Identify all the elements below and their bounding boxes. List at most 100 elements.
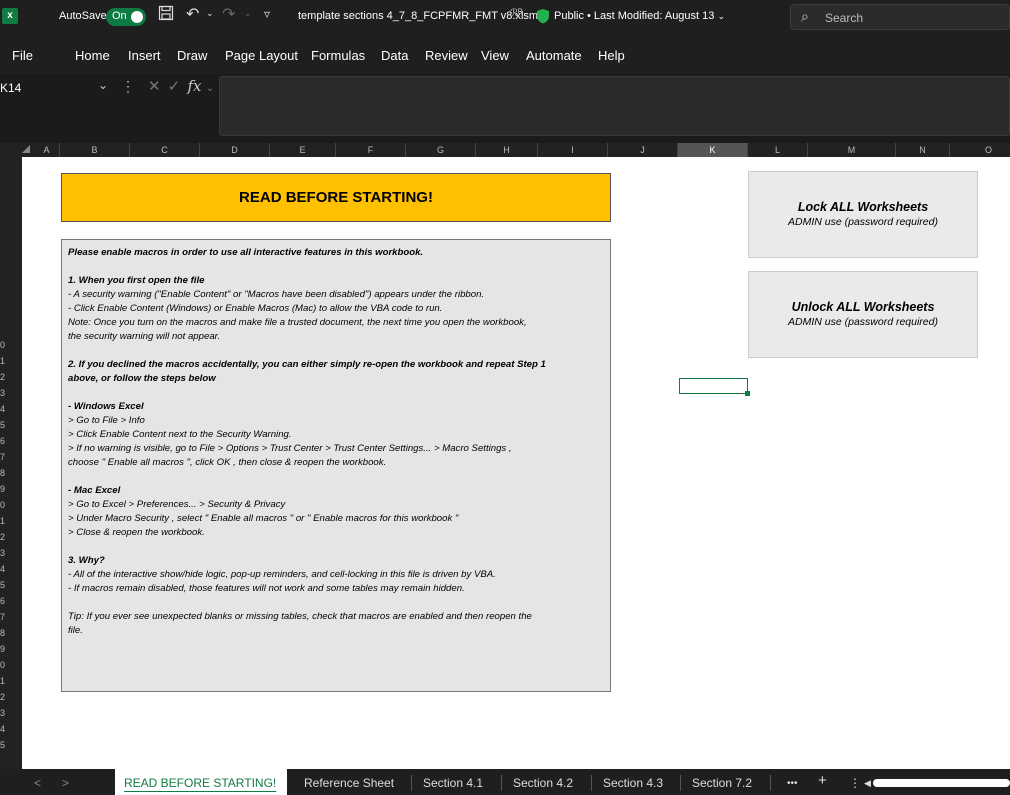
save-icon[interactable]	[158, 5, 174, 26]
formula-input[interactable]	[219, 76, 1010, 136]
menu-review[interactable]: Review	[425, 48, 468, 63]
column-header-m[interactable]: M	[808, 143, 896, 157]
chevron-down-icon: ⌄	[98, 78, 109, 92]
formula-buttons: ✕ ✓ fx ⌄	[148, 77, 214, 95]
instruction-line: the security warning will not appear.	[68, 331, 221, 342]
row-header[interactable]: 2	[0, 372, 22, 382]
menu-file[interactable]: File	[12, 48, 33, 63]
menu-data[interactable]: Data	[381, 48, 408, 63]
row-header[interactable]: 4	[0, 724, 22, 734]
fill-handle[interactable]	[745, 391, 750, 396]
search-placeholder: Search	[825, 11, 864, 25]
tab-options-icon[interactable]: ⋮	[849, 776, 861, 790]
column-header-b[interactable]: B	[60, 143, 130, 157]
row-header[interactable]: 8	[0, 468, 22, 478]
selected-cell[interactable]	[679, 378, 748, 394]
column-header-n[interactable]: N	[896, 143, 950, 157]
tab-section-7-2[interactable]: Section 7.2	[692, 776, 752, 790]
row-header[interactable]: 3	[0, 388, 22, 398]
undo-dropdown-icon[interactable]: ⌄	[206, 8, 214, 19]
column-header-f[interactable]: F	[336, 143, 406, 157]
tab-section-4-1[interactable]: Section 4.1	[423, 776, 483, 790]
excel-app-icon[interactable]: x	[2, 8, 18, 24]
row-header[interactable]: 8	[0, 628, 22, 638]
tab-scroll-next[interactable]: >	[62, 776, 69, 790]
row-header[interactable]: 2	[0, 692, 22, 702]
row-header[interactable]: 7	[0, 452, 22, 462]
menu-page-layout[interactable]: Page Layout	[225, 48, 298, 63]
autosave-state: On	[112, 10, 127, 22]
tab-separator	[770, 775, 771, 791]
horizontal-scrollbar[interactable]	[873, 779, 1010, 787]
document-status[interactable]: Public • Last Modified: August 13 ⌄	[554, 10, 725, 22]
row-header[interactable]: 2	[0, 532, 22, 542]
menu-insert[interactable]: Insert	[128, 48, 161, 63]
row-header[interactable]: 1	[0, 676, 22, 686]
tab-label-read-before-starting[interactable]: READ BEFORE STARTING!	[124, 776, 276, 790]
column-header-c[interactable]: C	[130, 143, 200, 157]
column-header-e[interactable]: E	[270, 143, 336, 157]
row-header[interactable]: 1	[0, 516, 22, 526]
macro-instructions-box: Please enable macros in order to use all…	[61, 239, 611, 692]
row-header[interactable]: 5	[0, 580, 22, 590]
row-header[interactable]: 0	[0, 660, 22, 670]
redo-icon[interactable]: ↷	[222, 4, 235, 24]
row-header[interactable]: 5	[0, 740, 22, 750]
cancel-icon[interactable]: ✕	[148, 78, 161, 95]
enter-icon[interactable]: ✓	[168, 78, 181, 95]
row-header[interactable]: 1	[0, 356, 22, 366]
column-header-i[interactable]: I	[538, 143, 608, 157]
column-header-h[interactable]: H	[476, 143, 538, 157]
row-header[interactable]: 9	[0, 484, 22, 494]
column-header-k[interactable]: K	[678, 143, 748, 157]
name-box[interactable]: K14 ⌄	[0, 78, 112, 100]
document-title[interactable]: template sections 4_7_8_FCPFMR_FMT v8.xl…	[298, 10, 538, 22]
tab-reference-sheet[interactable]: Reference Sheet	[304, 776, 394, 790]
column-header-g[interactable]: G	[406, 143, 476, 157]
more-tabs-icon[interactable]: •••	[787, 778, 798, 789]
menu-automate[interactable]: Automate	[526, 48, 582, 63]
row-header[interactable]: 7	[0, 612, 22, 622]
row-header[interactable]: 3	[0, 708, 22, 718]
autosave-toggle[interactable]: On	[106, 8, 146, 26]
menu-home[interactable]: Home	[75, 48, 110, 63]
menu-help[interactable]: Help	[598, 48, 625, 63]
instruction-line: > If no warning is visible, go to File >…	[68, 443, 512, 454]
scroll-left-icon[interactable]: ◀	[864, 778, 871, 789]
menu-draw[interactable]: Draw	[177, 48, 207, 63]
add-sheet-icon[interactable]: +	[818, 772, 827, 789]
undo-icon[interactable]: ↶	[186, 4, 199, 24]
row-header[interactable]: 4	[0, 564, 22, 574]
instruction-line	[68, 386, 604, 400]
tab-scroll-prev[interactable]: <	[34, 776, 41, 790]
menu-formulas[interactable]: Formulas	[311, 48, 365, 63]
select-all-corner[interactable]	[22, 145, 30, 153]
lock-all-worksheets-button[interactable]: Lock ALL Worksheets ADMIN use (password …	[748, 171, 978, 258]
row-header[interactable]: 0	[0, 340, 22, 350]
row-header[interactable]: 3	[0, 548, 22, 558]
insert-function-icon[interactable]: fx	[188, 77, 202, 95]
instruction-line: > Click Enable Content next to the Secur…	[68, 429, 292, 440]
column-header-o[interactable]: O	[950, 143, 1010, 157]
column-header-l[interactable]: L	[748, 143, 808, 157]
sensitivity-icon[interactable]: ℛᴿ	[510, 8, 523, 19]
column-header-j[interactable]: J	[608, 143, 678, 157]
row-header[interactable]: 5	[0, 420, 22, 430]
redo-dropdown-icon[interactable]: ⌄	[244, 8, 252, 19]
more-options-icon[interactable]: ⋮	[121, 78, 135, 95]
menu-view[interactable]: View	[481, 48, 509, 63]
row-header[interactable]: 6	[0, 436, 22, 446]
customize-toolbar-icon[interactable]: ▿	[264, 7, 270, 21]
instruction-line: > Go to File > Info	[68, 415, 145, 426]
row-header[interactable]: 9	[0, 644, 22, 654]
tab-section-4-3[interactable]: Section 4.3	[603, 776, 663, 790]
column-header-a[interactable]: A	[34, 143, 60, 157]
row-header[interactable]: 0	[0, 500, 22, 510]
row-header[interactable]: 6	[0, 596, 22, 606]
column-header-d[interactable]: D	[200, 143, 270, 157]
tab-section-4-2[interactable]: Section 4.2	[513, 776, 573, 790]
unlock-all-worksheets-button[interactable]: Unlock ALL Worksheets ADMIN use (passwor…	[748, 271, 978, 358]
row-header[interactable]: 4	[0, 404, 22, 414]
chevron-down-icon: ⌄	[717, 11, 726, 21]
search-box[interactable]: ⌕ Search	[790, 4, 1010, 30]
